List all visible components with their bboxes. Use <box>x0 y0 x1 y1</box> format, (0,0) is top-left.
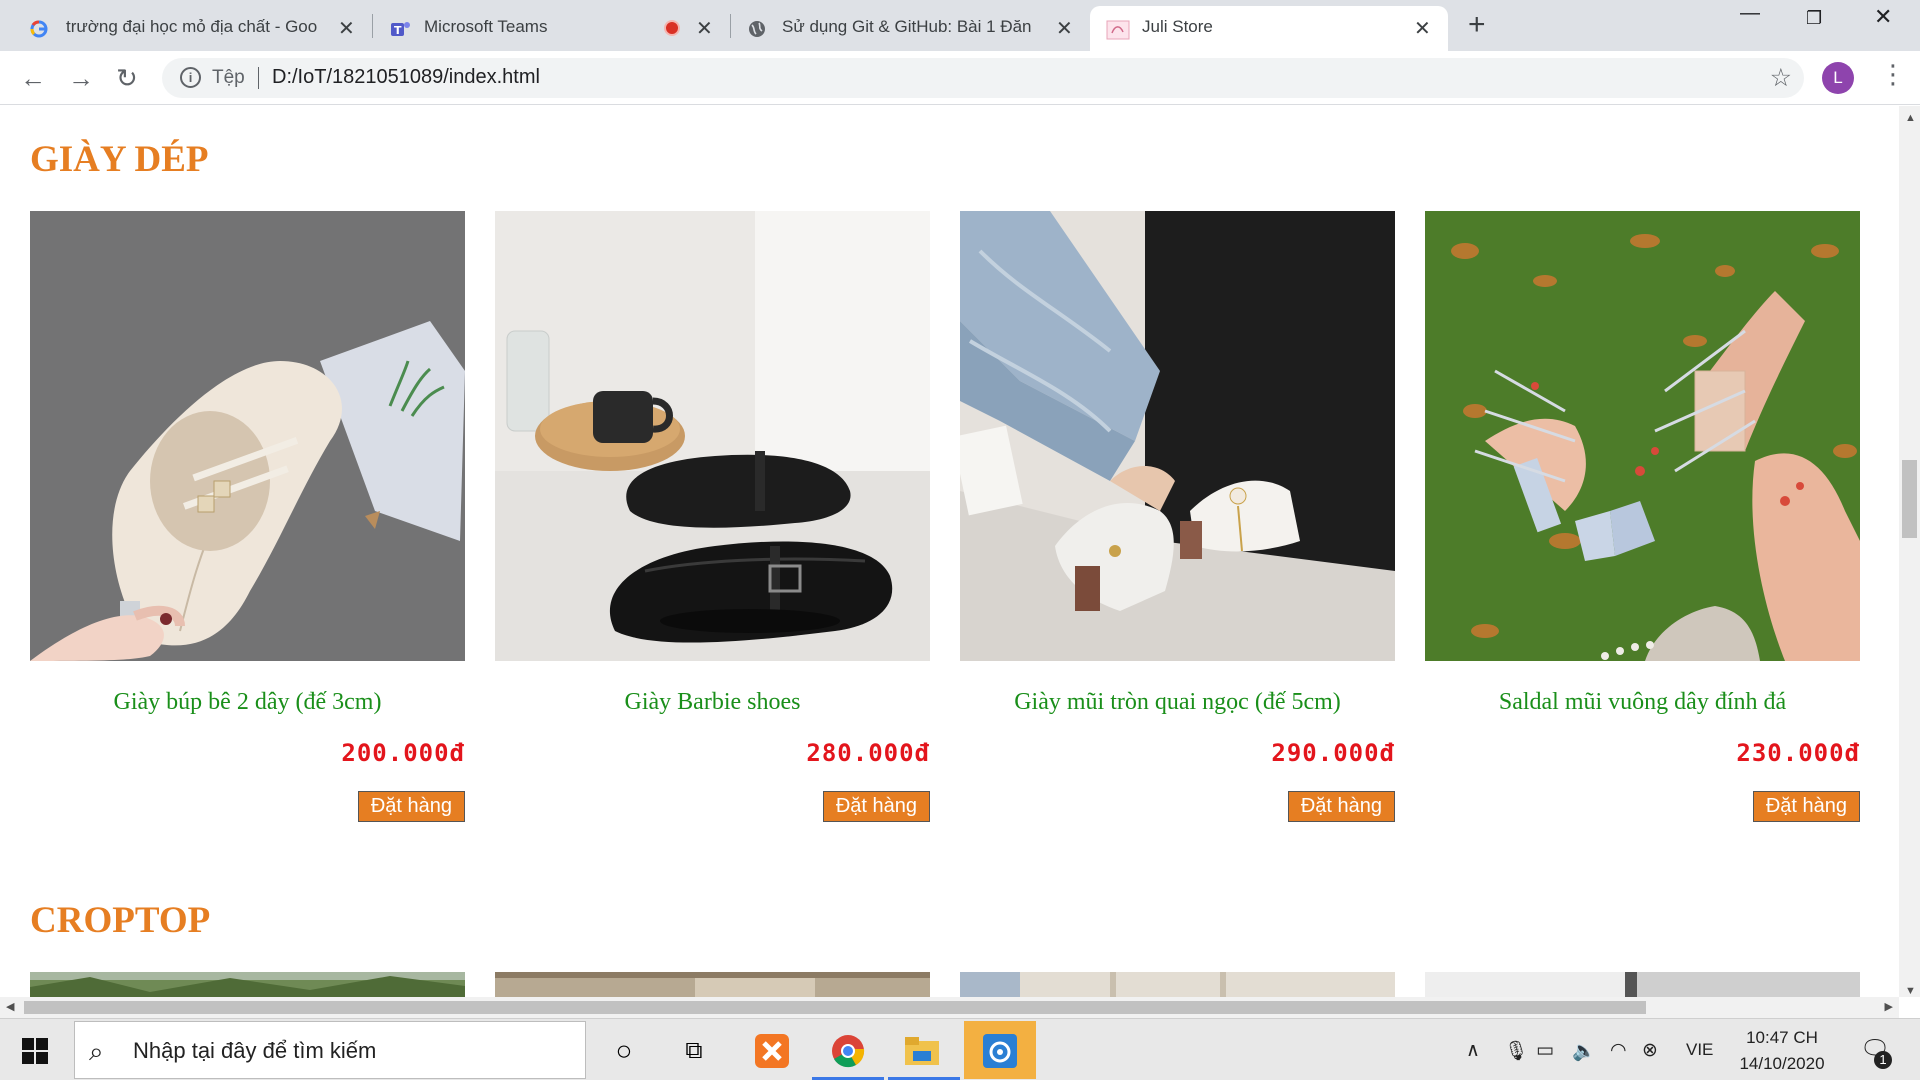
store-icon <box>1106 20 1130 40</box>
product-name[interactable]: Giày Barbie shoes <box>495 689 930 716</box>
product-image[interactable] <box>495 211 930 661</box>
product-card: Giày Barbie shoes 280.000đ Đặt hàng <box>495 211 930 822</box>
tab-title: Sử dụng Git & GitHub: Bài 1 Đăn <box>782 17 1032 36</box>
restore-icon[interactable]: ❐ <box>1806 8 1822 29</box>
scroll-left-icon[interactable]: ◀ <box>6 1000 14 1013</box>
file-explorer-icon[interactable] <box>900 1029 944 1073</box>
clock-time: 10:47 CH <box>1746 1028 1818 1047</box>
product-name[interactable]: Saldal mũi vuông dây đính đá <box>1425 689 1860 716</box>
close-icon[interactable]: ✕ <box>1414 16 1431 41</box>
cortana-icon[interactable]: ○ <box>602 1029 646 1073</box>
horizontal-scrollbar[interactable]: ◀ ▶ <box>0 997 1899 1018</box>
windows-start-icon[interactable] <box>22 1038 48 1064</box>
product-card <box>495 972 930 997</box>
clock-date: 14/10/2020 <box>1739 1054 1825 1073</box>
address-url[interactable]: D:/IoT/1821051089/index.html <box>272 66 540 89</box>
product-image[interactable] <box>960 211 1395 661</box>
globe-icon <box>749 21 765 37</box>
tab-title: Juli Store <box>1142 17 1213 36</box>
section-title-croptop: CROPTOP <box>30 900 211 941</box>
new-tab-icon[interactable]: + <box>1468 8 1486 42</box>
profile-avatar[interactable]: L <box>1822 62 1854 94</box>
scroll-right-icon[interactable]: ▶ <box>1885 1000 1893 1013</box>
window-close-icon[interactable]: ✕ <box>1874 4 1892 30</box>
search-placeholder: Nhập tại đây để tìm kiếm <box>133 1038 377 1063</box>
xampp-icon[interactable] <box>750 1029 794 1073</box>
scroll-down-icon[interactable]: ▼ <box>1905 985 1916 997</box>
vertical-scrollbar[interactable]: ▲ ▼ <box>1899 106 1920 997</box>
product-image[interactable] <box>1425 211 1860 661</box>
taskbar-search-box[interactable]: ⌕ Nhập tại đây để tìm kiếm <box>74 1021 586 1079</box>
address-protocol: Tệp <box>212 67 245 88</box>
product-card: Giày mũi tròn quai ngọc (đế 5cm) 290.000… <box>960 211 1395 822</box>
google-icon <box>30 20 48 38</box>
order-button[interactable]: Đặt hàng <box>357 791 465 822</box>
product-image[interactable] <box>960 972 1395 997</box>
section-title-giay-dep: GIÀY DÉP <box>30 139 209 180</box>
order-button[interactable]: Đặt hàng <box>1287 791 1395 822</box>
tab-microsoft-teams[interactable]: T Microsoft Teams ✕ <box>372 6 730 51</box>
product-card <box>960 972 1395 997</box>
tab-title: trường đại học mỏ địa chất - Goo <box>66 17 318 36</box>
product-card <box>1425 972 1860 997</box>
page-viewport: GIÀY DÉP Giày búp bê 2 dây (đế 3cm) 200.… <box>0 106 1899 997</box>
tab-git-github[interactable]: Sử dụng Git & GitHub: Bài 1 Đăn ✕ <box>730 6 1088 51</box>
tab-bar: trường đại học mỏ địa chất - Goo ✕ T Mic… <box>0 0 1920 51</box>
screen-recorder-icon[interactable] <box>978 1029 1022 1073</box>
minimize-icon[interactable]: — <box>1740 2 1760 25</box>
product-card: Giày búp bê 2 dây (đế 3cm) 200.000đ Đặt … <box>30 211 465 822</box>
reload-icon[interactable]: ↻ <box>116 63 138 94</box>
product-card <box>30 972 465 997</box>
windows-taskbar: ⌕ Nhập tại đây để tìm kiếm ○ ⧉ ∧ 🎙 ▭ 🔈 ◠… <box>0 1018 1920 1080</box>
address-divider <box>258 67 259 89</box>
microphone-icon[interactable]: 🎙 <box>1504 1039 1528 1063</box>
product-price: 280.000đ <box>806 739 930 767</box>
order-button[interactable]: Đặt hàng <box>1752 791 1860 822</box>
search-icon: ⌕ <box>89 1036 104 1066</box>
product-name[interactable]: Giày búp bê 2 dây (đế 3cm) <box>30 689 465 716</box>
info-icon[interactable]: i <box>180 67 201 88</box>
product-image[interactable] <box>30 972 465 997</box>
system-clock[interactable]: 10:47 CH 14/10/2020 <box>1726 1025 1838 1077</box>
product-image[interactable] <box>495 972 930 997</box>
product-price: 230.000đ <box>1736 739 1860 767</box>
close-icon[interactable]: ✕ <box>696 16 713 41</box>
product-name[interactable]: Giày mũi tròn quai ngọc (đế 5cm) <box>960 689 1395 716</box>
address-bar[interactable]: i Tệp D:/IoT/1821051089/index.html ☆ <box>162 58 1804 98</box>
tab-juli-store[interactable]: Juli Store ✕ <box>1090 6 1448 51</box>
scroll-thumb[interactable] <box>24 1001 1646 1014</box>
tab-google-search[interactable]: trường đại học mỏ địa chất - Goo ✕ <box>0 6 370 51</box>
product-price: 200.000đ <box>341 739 465 767</box>
back-icon[interactable]: ← <box>20 63 46 94</box>
scroll-thumb[interactable] <box>1902 460 1917 538</box>
teams-icon: T <box>391 22 410 37</box>
task-view-icon[interactable]: ⧉ <box>672 1029 716 1073</box>
tab-title: Microsoft Teams <box>424 17 548 36</box>
recording-icon <box>664 20 680 36</box>
volume-icon[interactable]: 🔈 <box>1572 1039 1596 1063</box>
close-icon[interactable]: ✕ <box>338 16 355 41</box>
battery-icon[interactable]: ▭ <box>1536 1039 1554 1062</box>
scroll-up-icon[interactable]: ▲ <box>1905 112 1916 124</box>
product-card: Saldal mũi vuông dây đính đá 230.000đ Đặ… <box>1425 211 1860 822</box>
chrome-icon[interactable] <box>826 1029 870 1073</box>
wifi-icon[interactable]: ◠ <box>1610 1039 1627 1062</box>
close-icon[interactable]: ✕ <box>1056 16 1073 41</box>
bookmark-star-icon[interactable]: ☆ <box>1770 63 1792 93</box>
mic-off-icon[interactable]: ⊗ <box>1642 1039 1658 1062</box>
product-image[interactable] <box>30 211 465 661</box>
language-indicator[interactable]: VIE <box>1686 1040 1713 1060</box>
svg-text:T: T <box>394 24 402 37</box>
forward-icon[interactable]: → <box>68 63 94 94</box>
product-image[interactable] <box>1425 972 1860 997</box>
browser-toolbar: ← → ↻ i Tệp D:/IoT/1821051089/index.html… <box>0 51 1920 105</box>
order-button[interactable]: Đặt hàng <box>822 791 930 822</box>
chevron-up-icon[interactable]: ∧ <box>1466 1039 1480 1062</box>
product-price: 290.000đ <box>1271 739 1395 767</box>
notification-count-badge: 1 <box>1874 1051 1892 1069</box>
more-menu-icon[interactable]: ⋮ <box>1880 59 1906 90</box>
